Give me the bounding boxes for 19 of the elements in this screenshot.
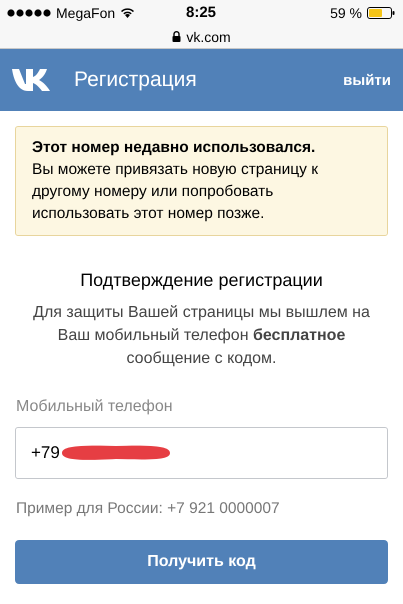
get-code-button[interactable]: Получить код [15, 540, 388, 584]
clock-time: 8:25 [186, 4, 216, 21]
battery-icon [367, 6, 395, 18]
warning-text: Этот номер недавно использовался. Вы можете привязать новую страницу к другому номеру или попробовать использовать этот номер позже. [32, 138, 319, 224]
logout-link[interactable]: выйти [343, 72, 391, 88]
field-label: Мобильный телефон [16, 398, 174, 416]
url-text[interactable]: vk.com [186, 28, 231, 44]
lock-icon [172, 31, 182, 42]
carrier-name: MegaFon [56, 4, 116, 20]
signal-icon [7, 8, 51, 16]
phone-input[interactable]: +79 [15, 427, 388, 479]
page-title: Регистрация [74, 68, 198, 92]
phone-value: +79 [31, 443, 60, 463]
battery-percent: 59 % [330, 4, 362, 20]
section-heading: Подтверждение регистрации [79, 270, 324, 291]
description-text: Для защиты Вашей страницы мы вышлем на Ваш мобильный телефон бесплатное сообщение с кодом. [32, 303, 371, 369]
hint-text: Пример для России: +7 921 0000007 [16, 500, 281, 518]
logo-icon [12, 68, 52, 92]
wifi-icon [120, 7, 136, 18]
